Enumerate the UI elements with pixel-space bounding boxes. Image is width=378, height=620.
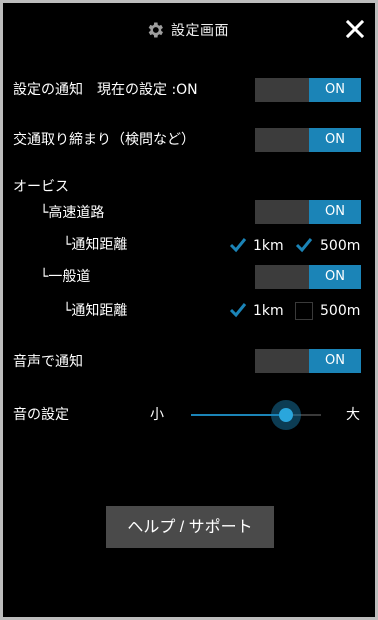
notify-setting-toggle[interactable]: ON	[255, 78, 361, 102]
toggle-on-label: ON	[309, 265, 361, 289]
notify-setting-label: 設定の通知 現在の設定 :ON	[13, 82, 198, 98]
highway-label: └高速道路	[40, 205, 105, 221]
toggle-on-label: ON	[309, 349, 361, 373]
settings-screen: 設定画面 設定の通知 現在の設定 :ON ON 交通取り締まり（検問など） ON…	[3, 3, 375, 617]
checkbox-general-500m[interactable]	[295, 302, 313, 320]
traffic-enforcement-label: 交通取り締まり（検問など）	[13, 132, 195, 148]
toggle-on-label: ON	[309, 78, 361, 102]
general-road-toggle[interactable]: ON	[255, 265, 361, 289]
volume-max-label: 大	[346, 407, 360, 423]
checkbox-highway-500m[interactable]	[295, 236, 313, 254]
gear-icon	[148, 22, 163, 38]
highway-distance-label: └通知距離	[63, 237, 128, 253]
highway-500m-label: 500m	[320, 238, 361, 254]
checkbox-highway-1km[interactable]	[229, 236, 247, 254]
voice-notify-label: 音声で通知	[13, 354, 83, 370]
sound-setting-label: 音の設定	[13, 407, 69, 423]
toggle-on-label: ON	[309, 200, 361, 224]
toggle-on-label: ON	[309, 128, 361, 152]
orbis-label: オービス	[13, 179, 69, 195]
highway-toggle[interactable]: ON	[255, 200, 361, 224]
general-1km-label: 1km	[253, 303, 284, 319]
voice-notify-toggle[interactable]: ON	[255, 349, 361, 373]
general-500m-label: 500m	[320, 303, 361, 319]
page-title: 設定画面	[171, 23, 229, 39]
help-support-button[interactable]: ヘルプ / サポート	[106, 506, 274, 548]
traffic-enforcement-toggle[interactable]: ON	[255, 128, 361, 152]
checkbox-general-1km[interactable]	[229, 301, 247, 319]
slider-thumb[interactable]	[279, 408, 293, 422]
header: 設定画面	[3, 3, 375, 55]
highway-1km-label: 1km	[253, 238, 284, 254]
close-icon[interactable]	[343, 17, 367, 41]
volume-slider[interactable]	[191, 400, 321, 430]
general-road-label: └一般道	[40, 269, 91, 285]
general-distance-label: └通知距離	[63, 303, 128, 319]
title-area: 設定画面	[145, 19, 229, 41]
volume-min-label: 小	[150, 407, 164, 423]
